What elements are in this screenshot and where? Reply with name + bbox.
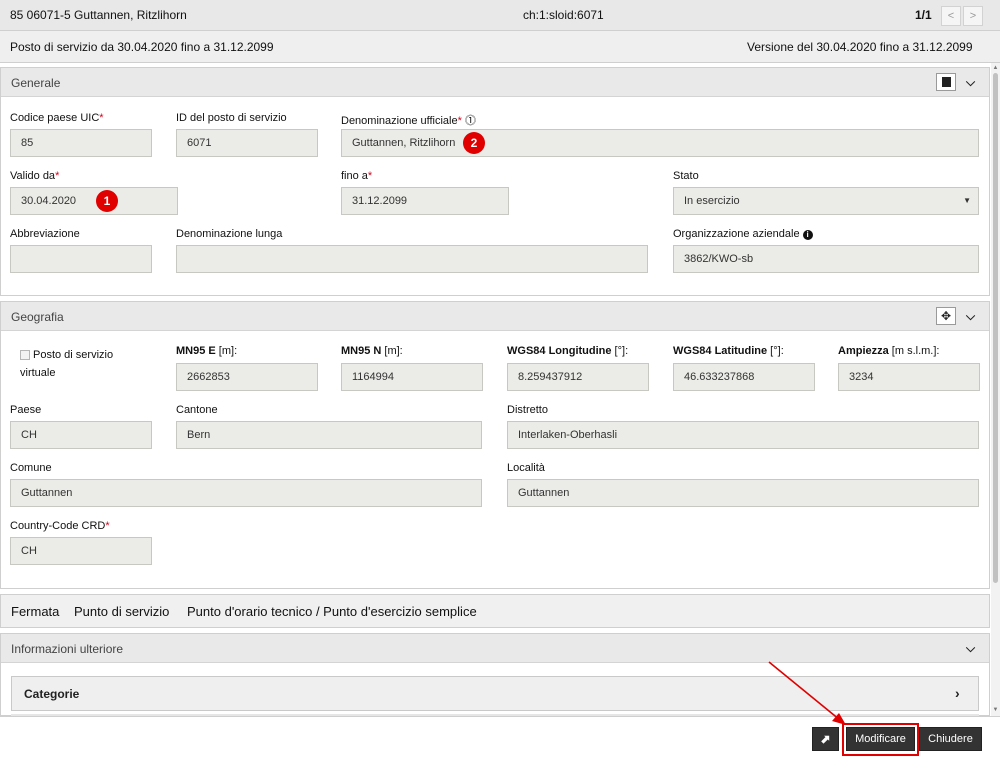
status-value: In esercizio — [684, 195, 740, 207]
chevron-down-icon[interactable]: ⌵ — [966, 309, 975, 324]
country-code-label: Country-Code CRD* — [10, 520, 110, 532]
organization-label: Organizzazione aziendale i — [673, 228, 813, 240]
district-label: Distretto — [507, 404, 548, 416]
geografia-header[interactable]: Geografia ✥ ⌵ — [1, 302, 989, 331]
altitude-label: Ampiezza [m s.l.m.]: — [838, 345, 940, 357]
annotation-badge-1: 1 — [96, 190, 118, 212]
virtual-label-line1: Posto di servizio — [33, 349, 114, 361]
mn95-n-label: MN95 N [m]: — [341, 345, 403, 357]
document-icon-button[interactable] — [936, 73, 956, 91]
organization-field[interactable]: 3862/KWO-sb — [673, 245, 979, 273]
document-icon — [942, 77, 951, 87]
scrollbar-thumb[interactable] — [993, 73, 998, 583]
uic-field[interactable]: 85 — [10, 129, 152, 157]
chevron-right-icon: > — [969, 10, 977, 22]
wgs84-longitude-label: WGS84 Longitudine [°]: — [507, 345, 629, 357]
long-name-field[interactable] — [176, 245, 648, 273]
status-select[interactable]: In esercizio ▼ — [673, 187, 979, 215]
municipality-label: Comune — [10, 462, 52, 474]
service-point-id-field[interactable]: 6071 — [176, 129, 318, 157]
title-bar: 85 06071-5 Guttannen, Ritzlihorn ch:1:sl… — [0, 0, 1000, 31]
altitude-field[interactable]: 3234 — [838, 363, 980, 391]
abbreviation-label: Abbreviazione — [10, 228, 80, 240]
canton-field[interactable]: Bern — [176, 421, 482, 449]
mn95-e-label: MN95 E [m]: — [176, 345, 238, 357]
virtual-label-line2: virtuale — [20, 367, 56, 379]
country-label: Paese — [10, 404, 42, 416]
wgs84-latitude-label: WGS84 Latitudine [°]: — [673, 345, 784, 357]
locality-field[interactable]: Guttannen — [507, 479, 979, 507]
long-name-label: Denominazione lunga — [176, 228, 283, 240]
uic-label: Codice paese UIC* — [10, 112, 104, 124]
status-label: Stato — [673, 170, 699, 182]
previous-button[interactable]: < — [941, 6, 961, 26]
next-button[interactable]: > — [963, 6, 983, 26]
type-service-point[interactable]: Punto di servizio — [74, 604, 169, 619]
mn95-n-field[interactable]: 1164994 — [341, 363, 483, 391]
validity-bar: Posto di servizio da 30.04.2020 fino a 3… — [0, 31, 1000, 63]
valid-to-field[interactable]: 31.12.2099 — [341, 187, 509, 215]
district-field[interactable]: Interlaken-Oberhasli — [507, 421, 979, 449]
geografia-title: Geografia — [11, 310, 64, 324]
locality-label: Località — [507, 462, 545, 474]
pager: 1/1 — [915, 8, 932, 22]
annotation-arrow-line — [768, 661, 841, 721]
scroll-down-icon[interactable]: ▼ — [991, 706, 1000, 714]
generale-title: Generale — [11, 76, 61, 90]
official-name-field[interactable]: Guttannen, Ritzlihorn — [341, 129, 979, 157]
valid-from-label: Valido da* — [10, 170, 60, 182]
municipality-field[interactable]: Guttannen — [10, 479, 482, 507]
validity-text: Posto di servizio da 30.04.2020 fino a 3… — [10, 40, 274, 54]
mn95-e-field[interactable]: 2662853 — [176, 363, 318, 391]
crosshair-icon-button[interactable]: ✥ — [936, 307, 956, 325]
type-fermata[interactable]: Fermata — [11, 604, 59, 619]
version-text: Versione del 30.04.2020 fino a 31.12.209… — [747, 40, 973, 54]
chevron-down-icon[interactable]: ⌵ — [966, 75, 975, 90]
scroll-up-icon[interactable]: ▲ — [991, 64, 1000, 72]
download-icon: ⓵ — [464, 115, 476, 127]
annotation-arrow — [768, 661, 846, 725]
info-title: Informazioni ulteriore — [11, 642, 124, 656]
valid-to-label: fino a* — [341, 170, 373, 182]
abbreviation-field[interactable] — [10, 245, 152, 273]
type-timing-point[interactable]: Punto d'orario tecnico / Punto d'eserciz… — [187, 604, 477, 619]
wgs84-latitude-field[interactable]: 46.633237868 — [673, 363, 815, 391]
close-button[interactable]: Chiudere — [919, 727, 982, 751]
record-title: 85 06071-5 Guttannen, Ritzlihorn — [10, 8, 187, 22]
official-name-label: Denominazione ufficiale* ⓵ — [341, 115, 476, 127]
country-code-field[interactable]: CH — [10, 537, 152, 565]
country-field[interactable]: CH — [10, 421, 152, 449]
service-point-types-bar: Fermata Punto di servizio Punto d'orario… — [0, 594, 990, 628]
crosshair-icon: ✥ — [940, 309, 952, 323]
chevron-left-icon: < — [947, 10, 955, 22]
chevron-down-icon[interactable]: ⌵ — [966, 641, 975, 656]
annotation-badge-2: 2 — [463, 132, 485, 154]
virtual-checkbox[interactable] — [20, 350, 30, 360]
generale-header[interactable]: Generale ⌵ — [1, 68, 989, 97]
valid-from-field[interactable]: 30.04.2020 — [10, 187, 178, 215]
chevron-right-icon: › — [955, 685, 960, 701]
service-point-id-label: ID del posto di servizio — [176, 112, 287, 124]
categories-label: Categorie — [24, 687, 80, 701]
wgs84-longitude-field[interactable]: 8.259437912 — [507, 363, 649, 391]
caret-down-icon: ▼ — [963, 196, 971, 205]
info-icon[interactable]: i — [802, 230, 813, 240]
canton-label: Cantone — [176, 404, 218, 416]
sloid: ch:1:sloid:6071 — [523, 8, 604, 22]
